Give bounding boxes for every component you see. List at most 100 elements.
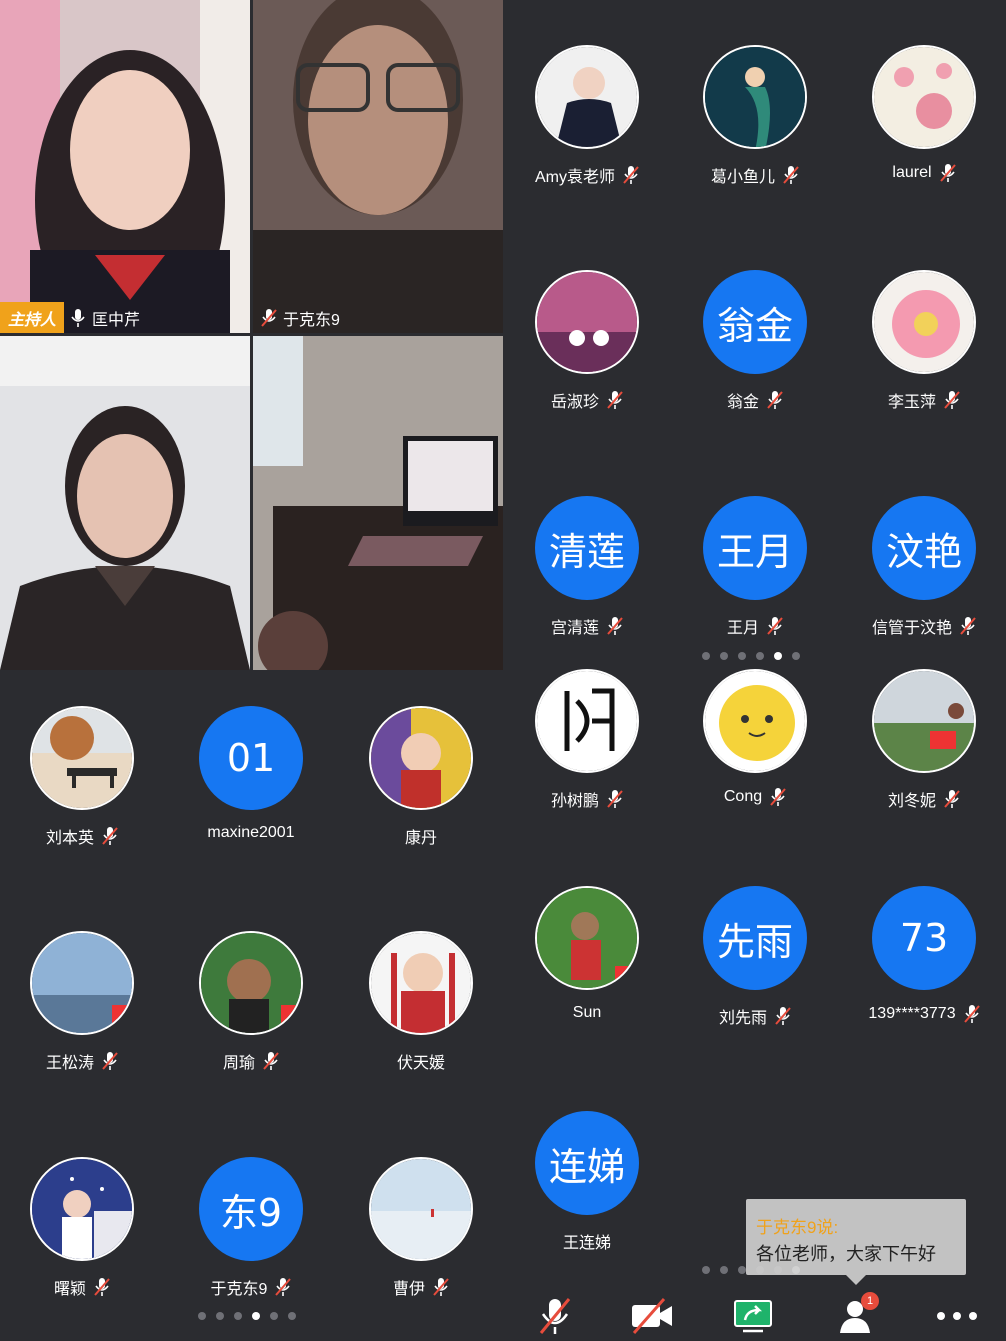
participant-tile[interactable]: Amy袁老师 bbox=[502, 45, 672, 187]
page-indicator-right-top[interactable] bbox=[702, 652, 800, 660]
participant-name: Sun bbox=[572, 1004, 602, 1021]
participant-tile[interactable]: Sun bbox=[502, 886, 672, 1022]
page-indicator-left[interactable] bbox=[198, 1312, 296, 1320]
video-tile-host[interactable]: 主持人 匡中芹 bbox=[0, 0, 250, 333]
participant-tile[interactable]: 曹伊 bbox=[336, 1157, 506, 1299]
page-dot[interactable] bbox=[234, 1312, 242, 1320]
share-screen-button[interactable] bbox=[731, 1296, 775, 1336]
participant-tile[interactable]: 东9 于克东9 bbox=[166, 1157, 336, 1299]
mic-muted-icon bbox=[94, 1278, 110, 1296]
participant-tile[interactable]: 73 139****3773 bbox=[839, 886, 1006, 1024]
participant-name-row: Sun bbox=[502, 1004, 672, 1022]
participant-tile[interactable]: 清莲 宫清莲 bbox=[502, 496, 672, 638]
participant-tile[interactable]: 曙颖 bbox=[0, 1157, 167, 1299]
avatar-photo bbox=[874, 272, 974, 372]
mic-muted-icon bbox=[275, 1278, 292, 1296]
more-button[interactable] bbox=[935, 1296, 979, 1336]
more-icon bbox=[937, 1312, 977, 1320]
avatar-initials: 先雨 bbox=[703, 886, 807, 990]
page-dot[interactable] bbox=[198, 1312, 206, 1320]
participant-grid-right-top: Amy袁老师 葛小鱼儿 laurel 岳淑珍 翁金 翁金 李玉萍清莲 宫清莲 王月 王月 汶艳 信管于… bbox=[503, 0, 1006, 670]
participant-tile[interactable]: 康丹 bbox=[336, 706, 506, 848]
video-grid: 主持人 匡中芹 于克东9 bbox=[0, 0, 503, 670]
avatar-initials: 01 bbox=[199, 706, 303, 810]
participant-tile[interactable]: 01 maxine2001 bbox=[166, 706, 336, 842]
page-dot[interactable] bbox=[738, 652, 746, 660]
participant-name-row: Cong bbox=[670, 787, 840, 807]
host-video-feed bbox=[0, 0, 250, 333]
avatar bbox=[535, 669, 639, 773]
participant-tile[interactable]: 周瑜 bbox=[166, 931, 336, 1073]
mute-button[interactable] bbox=[533, 1296, 577, 1336]
participant-name: laurel bbox=[892, 164, 932, 181]
page-dot[interactable] bbox=[774, 652, 782, 660]
participant-tile[interactable]: 孙树鹏 bbox=[502, 669, 672, 811]
host-label: 主持人 匡中芹 bbox=[0, 302, 141, 333]
participant-tile[interactable]: 李玉萍 bbox=[839, 270, 1006, 412]
page-dot[interactable] bbox=[252, 1312, 260, 1320]
share-screen-icon bbox=[734, 1300, 772, 1333]
mic-muted-icon bbox=[960, 617, 976, 635]
participant-tile[interactable]: 刘本英 bbox=[0, 706, 167, 848]
participant-tile[interactable]: 连娣 王连娣 bbox=[502, 1111, 672, 1253]
mic-muted-icon bbox=[783, 166, 799, 184]
page-dot[interactable] bbox=[756, 652, 764, 660]
avatar bbox=[30, 1157, 134, 1261]
avatar-photo bbox=[537, 47, 637, 147]
camera-button[interactable] bbox=[629, 1296, 673, 1336]
participant-name-row: 李玉萍 bbox=[839, 388, 1006, 412]
participant-tile[interactable]: 王月 王月 bbox=[670, 496, 840, 638]
participant-tile[interactable]: Cong bbox=[670, 669, 840, 807]
avatar bbox=[369, 706, 473, 810]
chat-sender: 于克东9说: bbox=[756, 1218, 839, 1237]
video-tile-4[interactable] bbox=[253, 336, 503, 670]
participant-name: maxine2001 bbox=[207, 824, 295, 841]
participant-name: 翁金 bbox=[726, 394, 759, 411]
participant-tile[interactable]: 刘冬妮 bbox=[839, 669, 1006, 811]
participant-tile[interactable]: 先雨 刘先雨 bbox=[670, 886, 840, 1028]
participant-name-row: 翁金 bbox=[670, 388, 840, 412]
page-dot[interactable] bbox=[702, 652, 710, 660]
page-dot[interactable] bbox=[270, 1312, 278, 1320]
participant-name-row: 伏天媛 bbox=[336, 1049, 506, 1073]
host-badge: 主持人 bbox=[0, 302, 65, 333]
participant-name-row: laurel bbox=[839, 163, 1006, 183]
participant-tile[interactable]: 王松涛 bbox=[0, 931, 167, 1073]
participant-tile[interactable]: 翁金 翁金 bbox=[670, 270, 840, 412]
participant-tile[interactable]: 岳淑珍 bbox=[502, 270, 672, 412]
mic-muted-icon bbox=[767, 617, 783, 635]
participant-name: 孙树鹏 bbox=[550, 793, 599, 810]
page-dot[interactable] bbox=[720, 1266, 728, 1274]
video-name: 匡中芹 bbox=[92, 312, 141, 329]
avatar bbox=[369, 931, 473, 1035]
video-feed bbox=[0, 336, 250, 670]
participant-tile[interactable]: 汶艳 信管于汶艳 bbox=[839, 496, 1006, 638]
video-tile-3[interactable] bbox=[0, 336, 250, 670]
page-dot[interactable] bbox=[702, 1266, 710, 1274]
participant-tile[interactable]: 伏天媛 bbox=[336, 931, 506, 1073]
video-tile-2[interactable]: 于克东9 bbox=[253, 0, 503, 333]
avatar bbox=[703, 45, 807, 149]
avatar bbox=[30, 931, 134, 1035]
mic-muted-icon bbox=[944, 391, 960, 409]
page-dot[interactable] bbox=[288, 1312, 296, 1320]
mic-muted-icon bbox=[767, 391, 783, 409]
mic-muted-icon bbox=[775, 1007, 791, 1025]
participant-name: 王月 bbox=[726, 620, 759, 637]
page-dot[interactable] bbox=[216, 1312, 224, 1320]
participant-tile[interactable]: laurel bbox=[839, 45, 1006, 183]
chat-toast[interactable]: 于克东9说: 各位老师，大家下午好 bbox=[746, 1199, 966, 1285]
page-dot[interactable] bbox=[720, 652, 728, 660]
page-dot[interactable] bbox=[738, 1266, 746, 1274]
participants-count-badge: 1 bbox=[861, 1292, 879, 1310]
mic-on-icon bbox=[71, 309, 85, 327]
mic-muted-icon bbox=[102, 1052, 118, 1070]
avatar-initials: 东9 bbox=[199, 1157, 303, 1261]
participant-tile[interactable]: 葛小鱼儿 bbox=[670, 45, 840, 187]
participant-name-row: 王松涛 bbox=[0, 1049, 167, 1073]
avatar-photo bbox=[371, 933, 471, 1033]
page-dot[interactable] bbox=[792, 652, 800, 660]
participant-name: 信管于汶艳 bbox=[871, 620, 952, 637]
mic-muted-icon bbox=[102, 827, 118, 845]
participants-button[interactable]: 1 bbox=[833, 1292, 879, 1336]
